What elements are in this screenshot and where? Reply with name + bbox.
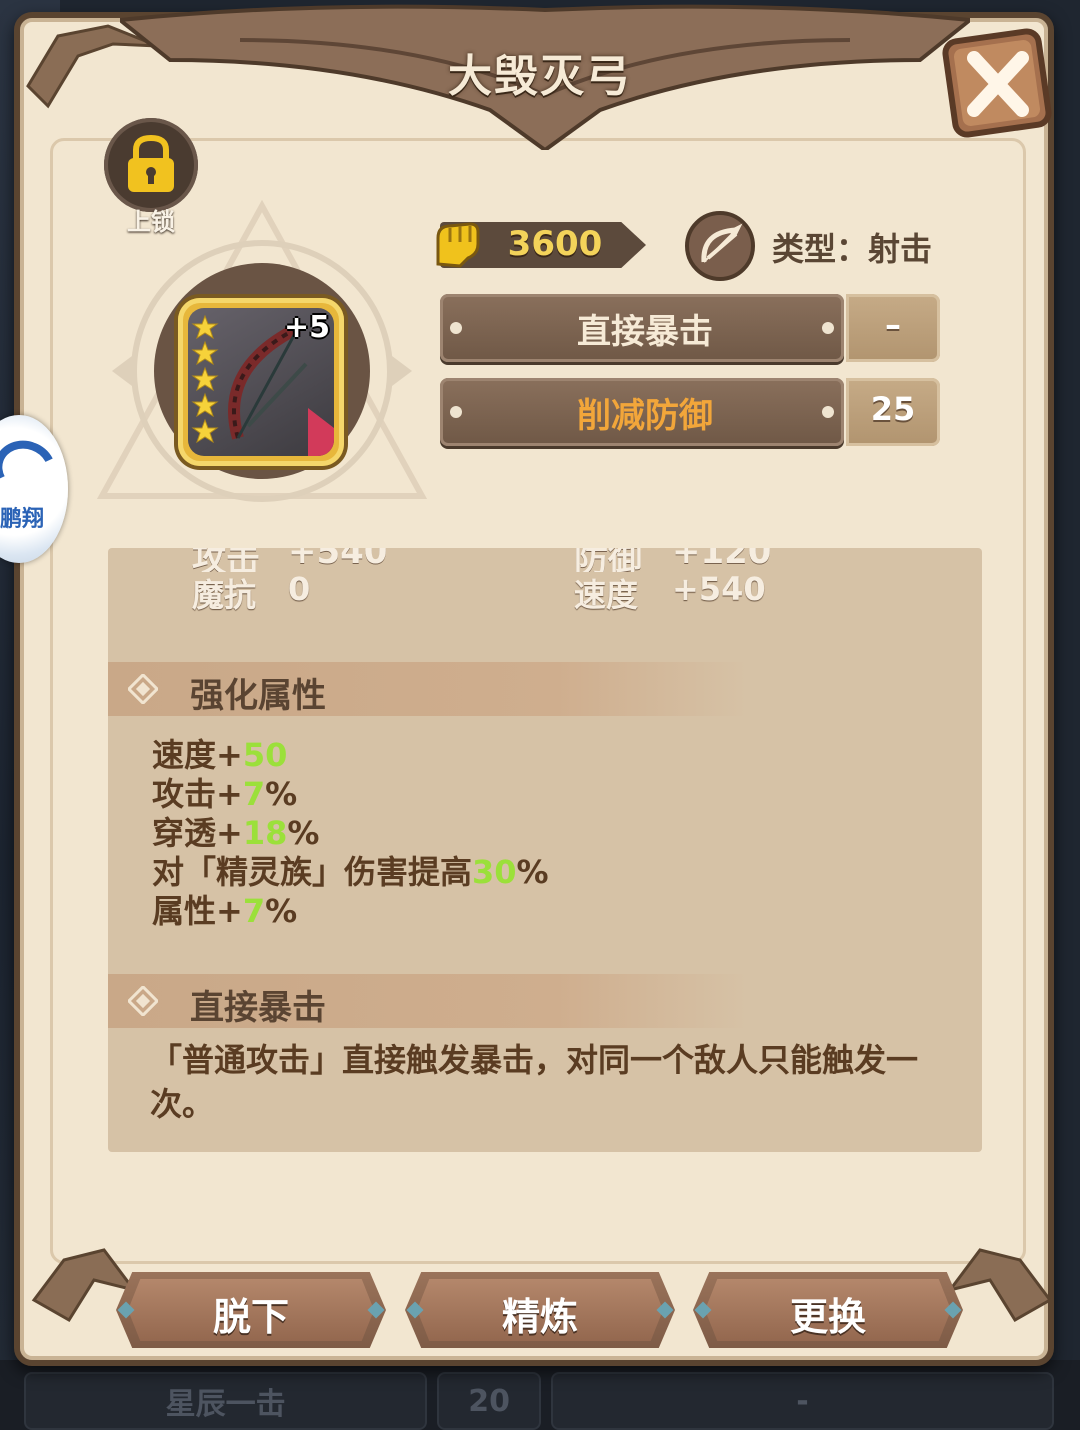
background-stat-dash: - bbox=[551, 1372, 1054, 1430]
close-button[interactable] bbox=[936, 22, 1058, 144]
stat-value: – bbox=[885, 306, 901, 344]
refine-button-label: 精炼 bbox=[501, 1295, 578, 1339]
background-stat-bar: 星辰一击 20 - bbox=[24, 1372, 1054, 1430]
item-info-scroll[interactable]: 攻击 +540 防御 +120 魔抗 0 速度 +540 强化属性 速度+50 … bbox=[108, 548, 982, 1152]
diamond-icon bbox=[128, 674, 158, 704]
stat-row-defense-reduction[interactable]: 削减防御 25 bbox=[440, 378, 940, 446]
replace-button-label: 更换 bbox=[789, 1295, 866, 1339]
unequip-button[interactable]: 脱下 bbox=[116, 1272, 386, 1348]
base-stat-value: +540 bbox=[672, 570, 766, 608]
enhance-attr-line: 属性+7% bbox=[152, 892, 298, 930]
skill-section-header: 直接暴击 bbox=[108, 974, 748, 1028]
skill-description: 「普通攻击」直接触发暴击，对同一个敌人只能触发一次。 bbox=[150, 1041, 919, 1123]
refine-button[interactable]: 精炼 bbox=[405, 1272, 675, 1348]
close-icon bbox=[942, 28, 1052, 138]
base-stat-label: 速度 bbox=[574, 576, 639, 614]
stat-name-box: 直接暴击 bbox=[440, 294, 844, 362]
unequip-button-label: 脱下 bbox=[212, 1295, 289, 1339]
bow-emblem-icon bbox=[685, 211, 755, 281]
replace-button[interactable]: 更换 bbox=[693, 1272, 963, 1348]
background-stat-name: 星辰一击 bbox=[24, 1372, 428, 1430]
base-stat-label: 攻击 bbox=[192, 548, 260, 572]
base-stat-label: 魔抗 bbox=[192, 576, 257, 614]
item-title: 大毁灭弓 bbox=[448, 51, 632, 102]
stat-value-box: – bbox=[846, 294, 940, 362]
skill-section-title: 直接暴击 bbox=[190, 988, 326, 1028]
diamond-icon bbox=[128, 986, 158, 1016]
item-level-badge: +5 bbox=[284, 310, 331, 345]
stat-value-box: 25 bbox=[846, 378, 940, 446]
stat-row-crit[interactable]: 直接暴击 – bbox=[440, 294, 940, 362]
item-type-label: 类型：射击 bbox=[772, 230, 933, 268]
stat-value: 25 bbox=[870, 390, 916, 428]
enhance-section-header: 强化属性 bbox=[108, 662, 748, 716]
stat-name: 直接暴击 bbox=[577, 312, 713, 352]
fist-icon bbox=[436, 222, 480, 268]
enhance-section-title: 强化属性 bbox=[190, 676, 326, 716]
base-stat-value: +540 bbox=[288, 548, 388, 572]
stars-icon bbox=[191, 314, 219, 444]
base-stat-label: 防御 bbox=[574, 548, 642, 572]
background-stat-value: 20 bbox=[437, 1372, 541, 1430]
stat-name-box: 削减防御 bbox=[440, 378, 844, 446]
stat-name: 削减防御 bbox=[577, 396, 713, 436]
base-stat-value: 0 bbox=[288, 570, 311, 608]
clipped-stat-row: 攻击 +540 防御 +120 bbox=[108, 548, 982, 572]
base-stat-value: +120 bbox=[672, 548, 772, 572]
cost-value: 3600 bbox=[507, 224, 603, 264]
